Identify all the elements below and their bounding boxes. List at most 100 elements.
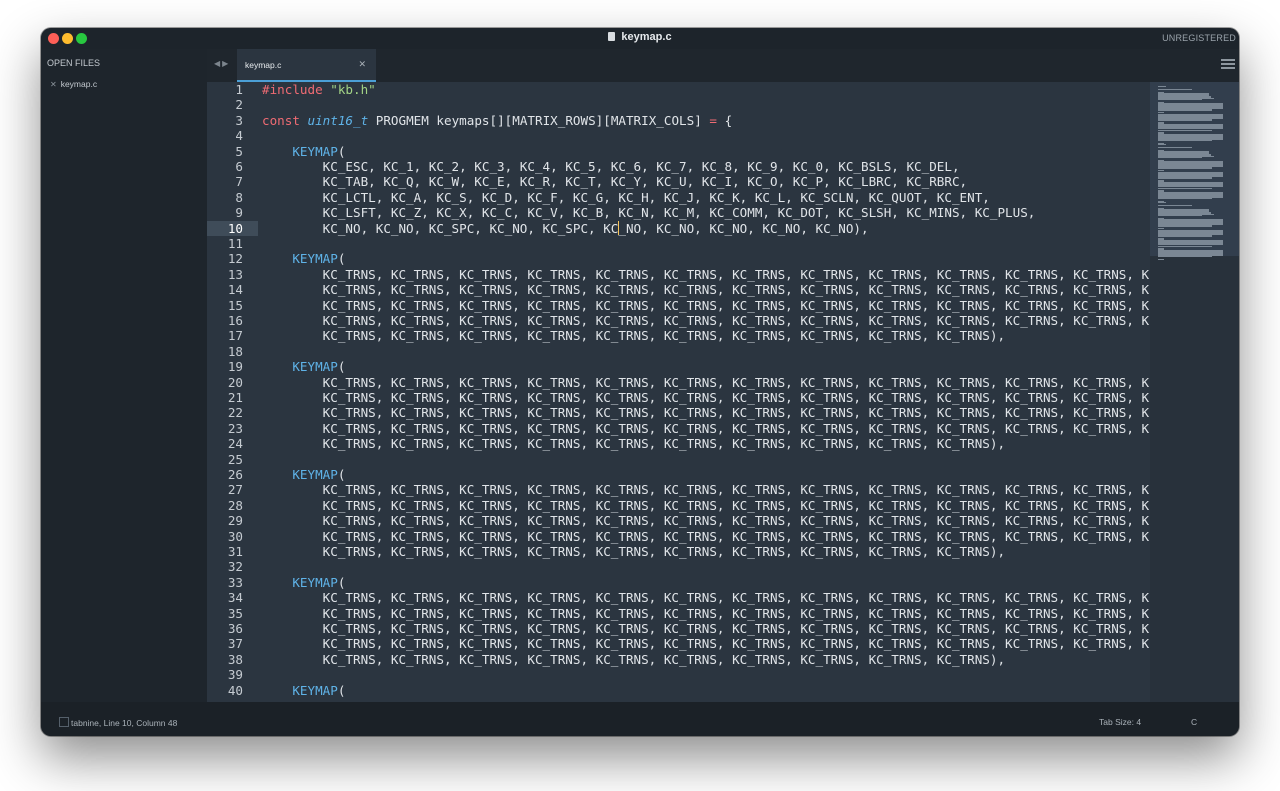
code-line[interactable]: 3 const uint16_t PROGMEM keymaps[][MATRIX… [207, 113, 1150, 128]
code-line[interactable]: 10 KC_NO, KC_NO, KC_SPC, KC_NO, KC_SPC, … [207, 220, 1150, 236]
close-icon[interactable]: ✕ [358, 59, 366, 70]
code-text: KC_TAB, KC_Q, KC_W, KC_E, KC_R, KC_T, KC… [262, 174, 968, 190]
code-line[interactable]: 39 [207, 667, 1150, 682]
tab-size-indicator[interactable]: Tab Size: 4 [1099, 717, 1141, 727]
panel-toggle-icon[interactable] [59, 717, 69, 727]
code-line[interactable]: 18 [207, 344, 1150, 359]
hamburger-icon[interactable] [1221, 59, 1235, 71]
unregistered-label: UNREGISTERED [1162, 33, 1236, 43]
code-text: KC_TRNS, KC_TRNS, KC_TRNS, KC_TRNS, KC_T… [262, 390, 1150, 405]
forward-arrow-icon[interactable]: ▶ [222, 59, 230, 68]
tab-navigation: ◀▶ [214, 59, 230, 68]
code-line[interactable]: 28 KC_TRNS, KC_TRNS, KC_TRNS, KC_TRNS, K… [207, 498, 1150, 513]
code-line[interactable]: 40 KEYMAP( [207, 683, 1150, 698]
minimap-line [1158, 177, 1212, 179]
line-number: 2 [235, 97, 243, 113]
minimap-line [1158, 88, 1192, 91]
code-line[interactable]: 19 KEYMAP( [207, 359, 1150, 374]
line-number: 1 [235, 82, 243, 97]
code-line[interactable]: 34 KC_TRNS, KC_TRNS, KC_TRNS, KC_TRNS, K… [207, 590, 1150, 605]
tab-keymap[interactable]: keymap.c ✕ [237, 49, 376, 82]
status-bar: tabnine, Line 10, Column 48 Tab Size: 4 … [41, 702, 1239, 736]
code-line[interactable]: 29 KC_TRNS, KC_TRNS, KC_TRNS, KC_TRNS, K… [207, 513, 1150, 528]
code-line[interactable]: 37 KC_TRNS, KC_TRNS, KC_TRNS, KC_TRNS, K… [207, 636, 1150, 651]
code-line[interactable]: 22 KC_TRNS, KC_TRNS, KC_TRNS, KC_TRNS, K… [207, 405, 1150, 420]
code-line[interactable]: 17 KC_TRNS, KC_TRNS, KC_TRNS, KC_TRNS, K… [207, 328, 1150, 343]
code-line[interactable]: 11 [207, 236, 1150, 251]
code-line[interactable]: 2 [207, 97, 1150, 112]
code-line[interactable]: 26 KEYMAP( [207, 467, 1150, 482]
code-line[interactable]: 20 KC_TRNS, KC_TRNS, KC_TRNS, KC_TRNS, K… [207, 375, 1150, 390]
code-line[interactable]: 15 KC_TRNS, KC_TRNS, KC_TRNS, KC_TRNS, K… [207, 298, 1150, 313]
line-number: 31 [227, 544, 243, 559]
code-line[interactable]: 23 KC_TRNS, KC_TRNS, KC_TRNS, KC_TRNS, K… [207, 421, 1150, 436]
code-line[interactable]: 13 KC_TRNS, KC_TRNS, KC_TRNS, KC_TRNS, K… [207, 267, 1150, 282]
code-line[interactable]: 4 [207, 128, 1150, 143]
back-arrow-icon[interactable]: ◀ [214, 59, 222, 68]
close-icon[interactable]: ✕ [50, 80, 57, 89]
code-line[interactable]: 30 KC_TRNS, KC_TRNS, KC_TRNS, KC_TRNS, K… [207, 529, 1150, 544]
code-line[interactable]: 38 KC_TRNS, KC_TRNS, KC_TRNS, KC_TRNS, K… [207, 652, 1150, 667]
line-number: 27 [227, 482, 243, 498]
minimap[interactable] [1150, 82, 1239, 702]
code-line[interactable]: 16 KC_TRNS, KC_TRNS, KC_TRNS, KC_TRNS, K… [207, 313, 1150, 328]
minimap-line [1158, 146, 1192, 149]
line-number: 6 [235, 159, 243, 174]
line-number: 24 [227, 436, 243, 452]
line-number: 38 [227, 651, 243, 667]
code-line[interactable]: 32 [207, 559, 1150, 574]
code-line[interactable]: 14 KC_TRNS, KC_TRNS, KC_TRNS, KC_TRNS, K… [207, 282, 1150, 297]
line-number: 14 [227, 282, 243, 298]
line-number: 35 [227, 605, 243, 621]
window-title-text: keymap.c [621, 31, 672, 43]
code-line[interactable]: 6 KC_ESC, KC_1, KC_2, KC_3, KC_4, KC_5, … [207, 159, 1150, 174]
code-text: KC_TRNS, KC_TRNS, KC_TRNS, KC_TRNS, KC_T… [262, 420, 1150, 436]
line-number: 4 [235, 128, 243, 144]
code-line[interactable]: 24 KC_TRNS, KC_TRNS, KC_TRNS, KC_TRNS, K… [207, 436, 1150, 451]
code-text: KC_ESC, KC_1, KC_2, KC_3, KC_4, KC_5, KC… [262, 159, 960, 174]
code-text: KC_TRNS, KC_TRNS, KC_TRNS, KC_TRNS, KC_T… [262, 528, 1150, 544]
line-number: 19 [227, 359, 243, 375]
minimap-line [1158, 157, 1202, 159]
line-number: 22 [227, 405, 243, 421]
code-text: KC_TRNS, KC_TRNS, KC_TRNS, KC_TRNS, KC_T… [262, 266, 1150, 282]
code-line[interactable]: 9 KC_LSFT, KC_Z, KC_X, KC_C, KC_V, KC_B,… [207, 205, 1150, 220]
minimap-line [1158, 202, 1166, 204]
minimap-line [1158, 245, 1212, 247]
code-editor[interactable]: 1 #include "kb.h" 2 3 const uint16_t PROGMEM… [207, 82, 1150, 702]
code-text: KC_TRNS, KC_TRNS, KC_TRNS, KC_TRNS, KC_T… [262, 590, 1150, 606]
code-text: KC_TRNS, KC_TRNS, KC_TRNS, KC_TRNS, KC_T… [262, 482, 1150, 498]
code-text: KC_TRNS, KC_TRNS, KC_TRNS, KC_TRNS, KC_T… [262, 513, 1150, 529]
tab-bar: ◀▶ keymap.c ✕ [207, 49, 1239, 82]
code-line[interactable]: 31 KC_TRNS, KC_TRNS, KC_TRNS, KC_TRNS, K… [207, 544, 1150, 559]
code-line[interactable]: 5 KEYMAP( [207, 144, 1150, 159]
code-line[interactable]: 27 KC_TRNS, KC_TRNS, KC_TRNS, KC_TRNS, K… [207, 482, 1150, 497]
code-line[interactable]: 33 KEYMAP( [207, 575, 1150, 590]
code-line[interactable]: 7 KC_TAB, KC_Q, KC_W, KC_E, KC_R, KC_T, … [207, 174, 1150, 189]
line-number: 5 [235, 143, 243, 159]
line-number: 32 [227, 559, 243, 575]
code-line[interactable]: 8 KC_LCTL, KC_A, KC_S, KC_D, KC_F, KC_G,… [207, 190, 1150, 205]
syntax-indicator[interactable]: C [1191, 717, 1197, 727]
title-bar: keymap.c UNREGISTERED [41, 28, 1239, 50]
line-number: 33 [227, 574, 243, 590]
minimap-line [1158, 197, 1212, 200]
minimap-line [1158, 187, 1212, 189]
code-text: KEYMAP( [292, 574, 346, 590]
code-line[interactable]: 36 KC_TRNS, KC_TRNS, KC_TRNS, KC_TRNS, K… [207, 621, 1150, 636]
line-number: 13 [227, 266, 243, 282]
code-line[interactable]: 21 KC_TRNS, KC_TRNS, KC_TRNS, KC_TRNS, K… [207, 390, 1150, 405]
code-line[interactable]: 25 [207, 452, 1150, 467]
minimap-line [1158, 109, 1212, 111]
code-line[interactable]: 1 #include "kb.h" [207, 82, 1150, 97]
line-number: 3 [235, 112, 243, 128]
code-line[interactable]: 35 KC_TRNS, KC_TRNS, KC_TRNS, KC_TRNS, K… [207, 606, 1150, 621]
line-number: 34 [227, 590, 243, 606]
line-number: 36 [227, 621, 243, 636]
tab-label: keymap.c [245, 60, 282, 70]
code-text: KC_TRNS, KC_TRNS, KC_TRNS, KC_TRNS, KC_T… [262, 374, 1150, 390]
minimap-line [1158, 139, 1212, 142]
code-line[interactable]: 12 KEYMAP( [207, 251, 1150, 266]
minimap-line [1158, 144, 1166, 146]
sidebar-file-keymap[interactable]: ✕ keymap.c [50, 79, 97, 89]
